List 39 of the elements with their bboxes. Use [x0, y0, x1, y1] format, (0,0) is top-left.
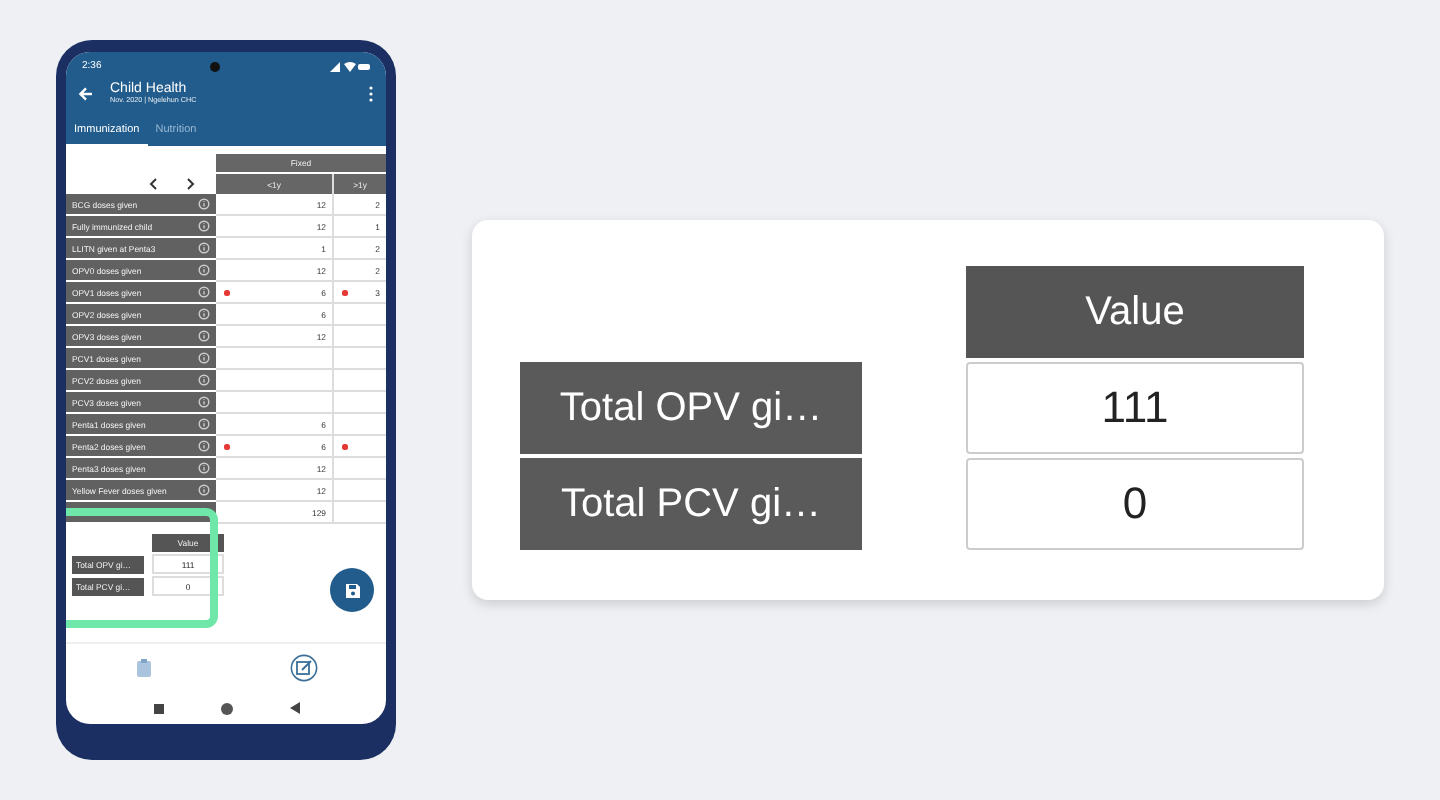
info-icon[interactable] [198, 242, 210, 254]
back-icon[interactable] [289, 702, 299, 714]
info-icon[interactable] [198, 220, 210, 232]
warning-dot [224, 444, 229, 449]
camera-icon [210, 61, 221, 71]
table-cell[interactable] [216, 370, 334, 392]
table-cell[interactable] [216, 392, 334, 414]
warning-dot [224, 290, 229, 295]
save-button[interactable] [330, 568, 374, 612]
recents-icon[interactable] [153, 703, 163, 713]
indicator-value: 0 [966, 458, 1304, 550]
indicator-value: 111 [966, 362, 1304, 454]
info-icon[interactable] [198, 418, 210, 430]
info-icon[interactable] [198, 462, 210, 474]
info-icon[interactable] [198, 396, 210, 408]
info-icon[interactable] [198, 286, 210, 298]
save-icon [343, 581, 361, 599]
info-icon[interactable] [198, 308, 210, 320]
edit-icon[interactable] [289, 654, 317, 682]
back-arrow-icon[interactable] [78, 85, 94, 101]
status-icons [329, 61, 370, 71]
more-menu-icon[interactable] [368, 85, 374, 101]
home-icon[interactable] [219, 701, 233, 715]
clipboard-icon[interactable] [135, 658, 151, 678]
info-icon[interactable] [198, 484, 210, 496]
info-icon[interactable] [198, 330, 210, 342]
warning-dot [342, 290, 347, 295]
info-icon[interactable] [198, 198, 210, 210]
warning-dot [342, 444, 347, 449]
chevron-right-icon[interactable] [186, 178, 196, 190]
indicator-label: Total PCV gi… [520, 458, 862, 550]
table-cell[interactable] [216, 348, 334, 370]
indicator-label: Total OPV gi… [520, 362, 862, 454]
info-icon[interactable] [198, 440, 210, 452]
info-icon[interactable] [198, 374, 210, 386]
info-icon[interactable] [198, 352, 210, 364]
chevron-left-icon[interactable] [148, 178, 158, 190]
info-icon[interactable] [198, 264, 210, 276]
value-header: Value [966, 266, 1304, 358]
